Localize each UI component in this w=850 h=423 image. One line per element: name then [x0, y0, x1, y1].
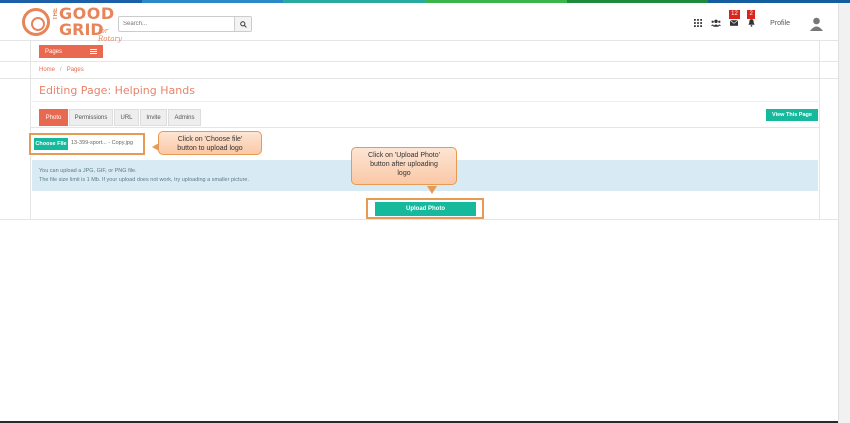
search-input[interactable]	[119, 17, 235, 31]
callout-text-line: Click on 'Upload Photo'	[368, 152, 440, 159]
upload-photo-callout: Click on 'Upload Photo' button after upl…	[351, 147, 457, 194]
callout-text-line: logo	[397, 170, 411, 177]
top-header: THE GOOD GRID for Rotary 12 2 Profile	[0, 3, 850, 43]
tab-invite[interactable]: Invite	[140, 109, 167, 126]
view-this-page-button[interactable]: View This Page	[766, 109, 818, 121]
pages-label: Pages	[45, 48, 63, 55]
avatar[interactable]	[809, 15, 824, 31]
profile-link[interactable]: Profile	[770, 20, 790, 27]
tab-photo[interactable]: Photo	[39, 109, 68, 126]
page-title: Editing Page: Helping Hands	[39, 84, 195, 97]
search-box	[118, 16, 252, 32]
content-right-border	[819, 41, 820, 219]
notifications-bell-icon[interactable]: 2	[746, 9, 757, 29]
hamburger-menu-icon	[90, 49, 97, 54]
search-icon	[239, 20, 247, 28]
divider	[0, 61, 838, 62]
messages-icon[interactable]: 12	[728, 9, 740, 29]
apps-grid-icon[interactable]	[692, 18, 703, 29]
page-tabs: Photo Permissions URL Invite Admins	[39, 109, 202, 126]
header-nav: 12 2 Profile	[692, 9, 824, 33]
brand-logo[interactable]: THE GOOD GRID for Rotary	[22, 6, 132, 43]
tab-url[interactable]: URL	[114, 109, 139, 126]
tab-admins[interactable]: Admins	[168, 109, 201, 126]
gear-logo-icon	[22, 8, 50, 36]
search-button[interactable]	[234, 17, 251, 31]
breadcrumb-separator: /	[60, 67, 62, 73]
vertical-scrollbar[interactable]	[838, 3, 850, 423]
callout-text-line: button after uploading	[370, 161, 438, 168]
messages-badge: 12	[729, 9, 740, 19]
tab-permissions[interactable]: Permissions	[69, 109, 113, 126]
file-input-highlight: Choose File 13-399-sport... - Copy.jpg	[29, 133, 145, 155]
selected-file-name: 13-399-sport... - Copy.jpg	[71, 140, 133, 146]
breadcrumb-pages[interactable]: Pages	[67, 67, 84, 73]
divider	[0, 78, 838, 79]
choose-file-callout: Click on 'Choose file' button to upload …	[152, 131, 262, 155]
tabs-divider	[30, 127, 820, 128]
choose-file-button[interactable]: Choose File	[34, 138, 68, 150]
users-icon[interactable]	[710, 18, 721, 29]
user-avatar-icon	[809, 15, 824, 31]
panel-divider	[30, 101, 820, 102]
sidebar-divider	[30, 41, 31, 219]
breadcrumb-home[interactable]: Home	[39, 67, 55, 73]
callout-text-line: Click on 'Choose file'	[177, 136, 243, 143]
callout-text-line: button to upload logo	[177, 145, 243, 152]
notifications-badge: 2	[747, 9, 756, 19]
breadcrumb: Home / Pages	[39, 67, 84, 73]
callout-pointer	[427, 186, 437, 194]
callout-pointer	[152, 143, 159, 151]
logo-grid: GRID	[59, 20, 104, 39]
content-bottom-border	[0, 219, 838, 220]
pages-menu-button[interactable]: Pages	[39, 45, 103, 58]
upload-photo-button[interactable]: Upload Photo	[375, 202, 476, 216]
upload-button-highlight: Upload Photo	[366, 198, 484, 219]
